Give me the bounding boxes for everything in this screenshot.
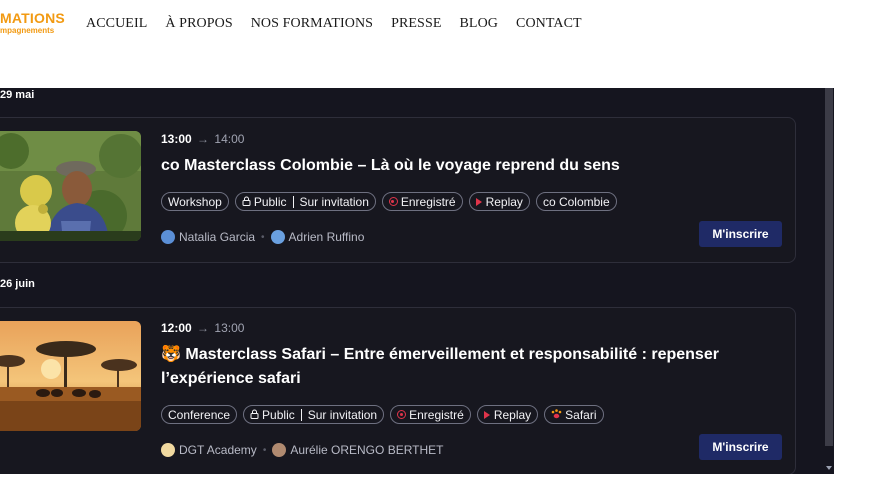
avatar-icon (272, 443, 287, 457)
play-icon (475, 197, 482, 206)
lock-icon (242, 195, 251, 209)
host[interactable]: Adrien Ruffino (270, 230, 365, 244)
nav-presse[interactable]: PRESSE (391, 16, 441, 32)
avatar-icon (270, 230, 285, 244)
event-hosts: DGT Academy • Aurélie ORENGO BERTHET (161, 443, 443, 457)
tag-access-invite: Sur invitation (299, 194, 369, 209)
nav-a-propos[interactable]: À PROPOS (165, 16, 232, 32)
time-arrow: → (197, 321, 210, 335)
tag-recorded[interactable]: Enregistré (390, 405, 471, 424)
tag-type[interactable]: Conference (161, 405, 238, 424)
avatar-icon (161, 443, 175, 457)
event-end-time: 13:00 (214, 321, 245, 335)
tag-destination-label: co Colombie (542, 194, 610, 209)
event-card[interactable]: 12:00 → 13:00 🐯 Masterclass Safari – Ent… (0, 307, 796, 474)
nav-contact[interactable]: CONTACT (516, 16, 582, 32)
tag-destination-label: Safari (565, 407, 597, 422)
site-logo[interactable]: MATIONS mpagnements (0, 10, 65, 35)
tag-replay-label: Replay (485, 194, 523, 209)
lock-icon (250, 408, 259, 422)
host[interactable]: Natalia Garcia (161, 230, 255, 244)
tag-destination[interactable]: Safari (544, 405, 604, 424)
record-icon (388, 197, 398, 206)
tag-replay-label: Replay (493, 407, 532, 422)
tag-access[interactable]: Public Sur invitation (234, 192, 376, 211)
host[interactable]: Aurélie ORENGO BERTHET (272, 443, 443, 457)
tag-access-public: Public (253, 194, 287, 209)
register-button[interactable]: M'inscrire (699, 434, 782, 460)
tag-access[interactable]: Public Sur invitation (243, 405, 385, 424)
tag-divider (300, 408, 302, 421)
avatar-icon (161, 230, 175, 244)
host-name: Natalia Garcia (179, 230, 256, 244)
nav-accueil[interactable]: ACCUEIL (86, 16, 147, 32)
event-title[interactable]: 🐯 Masterclass Safari – Entre émerveillem… (161, 343, 771, 391)
nav-nos-formations[interactable]: NOS FORMATIONS (251, 16, 373, 32)
record-icon (397, 410, 407, 419)
event-thumbnail[interactable] (0, 321, 141, 431)
play-icon (483, 410, 490, 419)
tag-access-public: Public (262, 407, 295, 422)
host-name: DGT Academy (179, 443, 257, 457)
event-hosts: Natalia Garcia • Adrien Ruffino (161, 230, 364, 244)
host-name: Aurélie ORENGO BERTHET (290, 443, 444, 457)
tag-replay[interactable]: Replay (468, 192, 530, 211)
event-time: 13:00 → 14:00 (161, 132, 244, 146)
host-separator: • (261, 231, 265, 243)
event-time: 12:00 → 13:00 (161, 321, 244, 335)
event-date: 29 mai (0, 89, 35, 101)
event-end-time: 14:00 (214, 132, 245, 146)
event-title[interactable]: co Masterclass Colombie – Là où le voyag… (161, 154, 771, 178)
time-arrow: → (197, 132, 210, 146)
tag-type-label: Conference (168, 407, 231, 422)
scrollbar[interactable] (825, 88, 833, 446)
tag-replay[interactable]: Replay (476, 405, 539, 424)
logo-sub-text: mpagnements (0, 26, 55, 35)
tag-access-invite: Sur invitation (307, 407, 378, 422)
host-separator: • (262, 444, 267, 456)
paw-icon (551, 408, 562, 422)
event-thumbnail[interactable] (0, 131, 141, 241)
site-header: MATIONS mpagnements ACCUEIL À PROPOS NOS… (0, 0, 880, 80)
logo-main-text: MATIONS (0, 10, 65, 26)
nav-blog[interactable]: BLOG (459, 16, 498, 32)
event-card[interactable]: 13:00 → 14:00 co Masterclass Colombie – … (0, 117, 796, 263)
tag-recorded[interactable]: Enregistré (381, 192, 463, 211)
tag-recorded-label: Enregistré (400, 194, 456, 209)
tag-destination[interactable]: co Colombie (535, 192, 617, 211)
tag-type-label: Workshop (168, 194, 222, 209)
register-button[interactable]: M'inscrire (699, 221, 782, 247)
tag-recorded-label: Enregistré (409, 407, 464, 422)
tag-divider (292, 195, 294, 208)
event-tags: Conference Public Sur invitation Enregis… (161, 405, 604, 424)
event-date: 26 juin (0, 278, 35, 290)
main-nav: ACCUEIL À PROPOS NOS FORMATIONS PRESSE B… (86, 16, 582, 32)
events-panel: 29 mai 13:00 → 14:00 co Masterclass Colo… (0, 88, 834, 474)
tag-type[interactable]: Workshop (161, 192, 229, 211)
event-start-time: 13:00 (161, 132, 192, 146)
safari-sunset-image (0, 321, 141, 431)
host-name: Adrien Ruffino (288, 230, 365, 244)
colombia-farmer-image (0, 131, 141, 241)
event-start-time: 12:00 (161, 321, 192, 335)
scroll-down-icon[interactable] (826, 466, 832, 470)
event-tags: Workshop Public Sur invitation Enregistr… (161, 192, 617, 211)
host[interactable]: DGT Academy (161, 443, 257, 457)
